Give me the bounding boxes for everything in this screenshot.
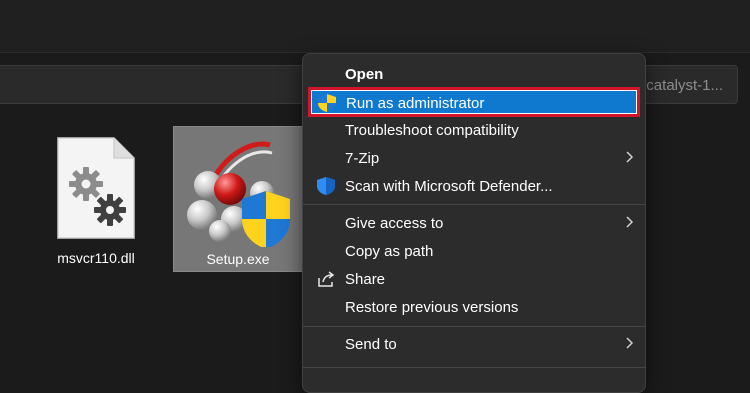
gear-document-icon xyxy=(57,137,135,239)
context-menu: Open Run as administrator Troubleshoot c… xyxy=(302,53,646,393)
menu-separator xyxy=(303,367,645,368)
chevron-right-icon xyxy=(626,216,634,228)
menu-item-run-as-administrator[interactable]: Run as administrator xyxy=(308,87,640,117)
chevron-right-icon xyxy=(626,337,634,349)
menu-item-label: Troubleshoot compatibility xyxy=(345,122,519,139)
menu-item-open[interactable]: Open xyxy=(309,60,639,88)
menu-item-label: Give access to xyxy=(345,215,444,232)
file-item-setup-exe[interactable]: Setup.exe xyxy=(173,126,303,272)
menu-item-give-access-to[interactable]: Give access to xyxy=(309,209,639,237)
address-bar-text: d-catalyst-1... xyxy=(632,77,723,94)
menu-item-label: Open xyxy=(345,66,384,83)
menu-item-label: 7-Zip xyxy=(345,150,380,167)
setup-shield-icon xyxy=(187,141,290,247)
defender-shield-icon xyxy=(317,177,335,195)
menu-item-7-zip[interactable]: 7-Zip xyxy=(309,144,639,172)
menu-item-share[interactable]: Share xyxy=(309,265,639,293)
menu-item-scan-with-defender[interactable]: Scan with Microsoft Defender... xyxy=(309,172,639,200)
share-icon xyxy=(318,271,335,287)
menu-item-copy-as-path[interactable]: Copy as path xyxy=(309,237,639,265)
menu-item-label: Run as administrator xyxy=(346,95,485,112)
menu-separator xyxy=(303,326,645,327)
menu-item-label: Send to xyxy=(345,336,397,353)
menu-separator xyxy=(303,204,645,205)
chevron-right-icon xyxy=(626,151,634,163)
menu-item-label: Restore previous versions xyxy=(345,299,519,316)
menu-item-send-to[interactable]: Send to xyxy=(309,330,639,358)
menu-item-label: Scan with Microsoft Defender... xyxy=(345,178,553,195)
file-name-label: msvcr110.dll xyxy=(57,250,135,266)
uac-shield-icon xyxy=(318,94,336,112)
explorer-toolbar xyxy=(0,0,750,53)
menu-item-label: Copy as path xyxy=(345,243,434,260)
menu-item-troubleshoot-compatibility[interactable]: Troubleshoot compatibility xyxy=(309,116,639,144)
menu-item-restore-previous-versions[interactable]: Restore previous versions xyxy=(309,293,639,321)
menu-item-label: Share xyxy=(345,271,386,288)
file-name-label: Setup.exe xyxy=(206,251,270,267)
file-item-msvcr110[interactable]: msvcr110.dll xyxy=(40,126,152,276)
